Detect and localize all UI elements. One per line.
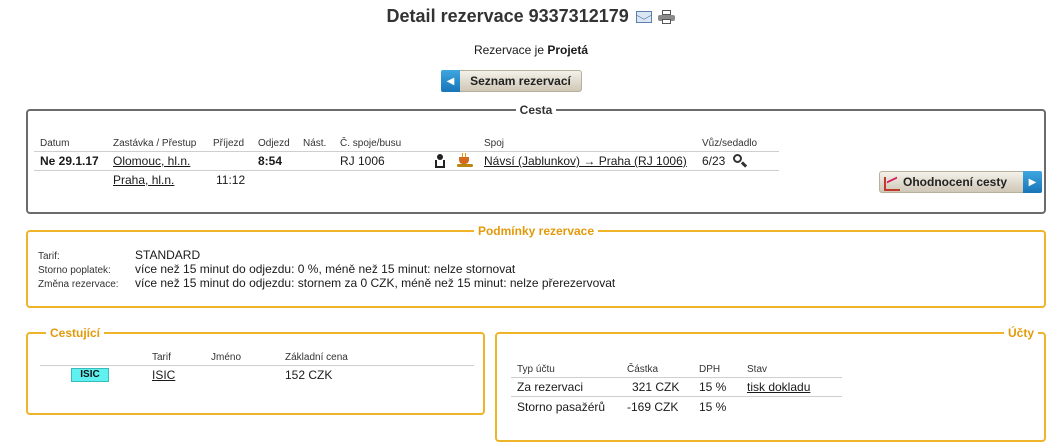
row1-spoj-cislo: RJ 1006 (340, 154, 385, 168)
row1-stop-link[interactable]: Olomouc, hl.n. (113, 154, 190, 168)
tarif-label: Tarif: (38, 251, 60, 262)
status-value: Projetá (547, 43, 589, 57)
reservation-list-button[interactable]: ◀ Seznam rezervací (441, 70, 582, 92)
rate-journey-button[interactable]: Ohodnocení cesty ▶ (879, 171, 1042, 193)
row1-datum: Ne 29.1.17 (40, 154, 99, 168)
zmena-value: více než 15 minut do odjezdu: stornem za… (135, 276, 616, 290)
accounts-legend: Účty (1007, 326, 1034, 340)
isic-badge: ISIC (71, 368, 109, 382)
conditions-legend: Podmínky rezervace (477, 224, 595, 238)
magnifier-icon[interactable] (733, 154, 748, 168)
row1-odjezd: 8:54 (258, 154, 283, 168)
arrow-left-icon: ◀ (441, 70, 460, 92)
pass-col-jmeno: Jméno (211, 352, 242, 363)
col-nast: Nást. (303, 138, 327, 149)
col-spoj: Spoj (484, 138, 505, 149)
col-spoj-cislo: Č. spoje/busu (340, 138, 402, 149)
reservation-list-label: Seznam rezervací (460, 70, 582, 92)
passengers-legend: Cestující (50, 326, 101, 340)
pass-col-cena: Základní cena (285, 352, 348, 363)
rate-journey-label: Ohodnocení cesty (903, 175, 1008, 189)
acc-row2-castka: -169 CZK (627, 400, 679, 414)
seat-icon (434, 154, 446, 168)
acc-col-stav: Stav (747, 364, 768, 375)
journey-legend: Cesta (519, 103, 553, 117)
storno-label: Storno poplatek: (38, 265, 111, 276)
pass-col-tarif: Tarif (152, 352, 171, 363)
print-receipt-link[interactable]: tisk dokladu (747, 380, 810, 394)
col-prijezd: Příjezd (213, 138, 245, 149)
chart-icon (884, 175, 900, 191)
col-datum: Datum (40, 138, 70, 149)
restaurant-cup-icon (457, 153, 473, 167)
col-vuz: Vůz/sedadlo (702, 138, 758, 149)
storno-value: více než 15 minut do odjezdu: 0 %, méně … (135, 262, 516, 276)
acc-col-castka: Částka (627, 364, 659, 375)
row2-prijezd: 11:12 (216, 173, 246, 187)
acc-row1-typ: Za rezervaci (517, 380, 584, 394)
row2-stop-link[interactable]: Praha, hl.n. (113, 173, 174, 187)
row1-vuz: 6/23 (702, 154, 726, 168)
reservation-status: Rezervace je Projetá (0, 43, 1062, 57)
tarif-value: STANDARD (135, 248, 201, 262)
zmena-label: Změna rezervace: (38, 279, 119, 290)
acc-col-dph: DPH (699, 364, 721, 375)
page-header: Detail rezervace 9337312179 (0, 6, 1062, 27)
col-odjezd: Odjezd (258, 138, 290, 149)
col-zastavka: Zastávka / Přestup (113, 138, 197, 149)
status-prefix: Rezervace je (473, 43, 544, 57)
pass-tarif-link[interactable]: ISIC (152, 368, 175, 382)
acc-row2-typ: Storno pasažérů (517, 400, 606, 414)
pass-cena: 152 CZK (285, 368, 333, 382)
acc-row1-dph: 15 % (699, 380, 727, 394)
acc-row2-dph: 15 % (699, 400, 727, 414)
page-title: Detail rezervace 9337312179 (386, 6, 629, 26)
acc-row1-castka: 321 CZK (632, 380, 680, 394)
print-icon[interactable] (658, 9, 676, 24)
row1-train-link[interactable]: Návsí (Jablunkov) → Praha (RJ 1006) (484, 154, 687, 168)
arrow-right-icon: ▶ (1023, 171, 1042, 193)
acc-col-typ: Typ účtu (517, 364, 555, 375)
mail-icon[interactable] (636, 10, 653, 23)
